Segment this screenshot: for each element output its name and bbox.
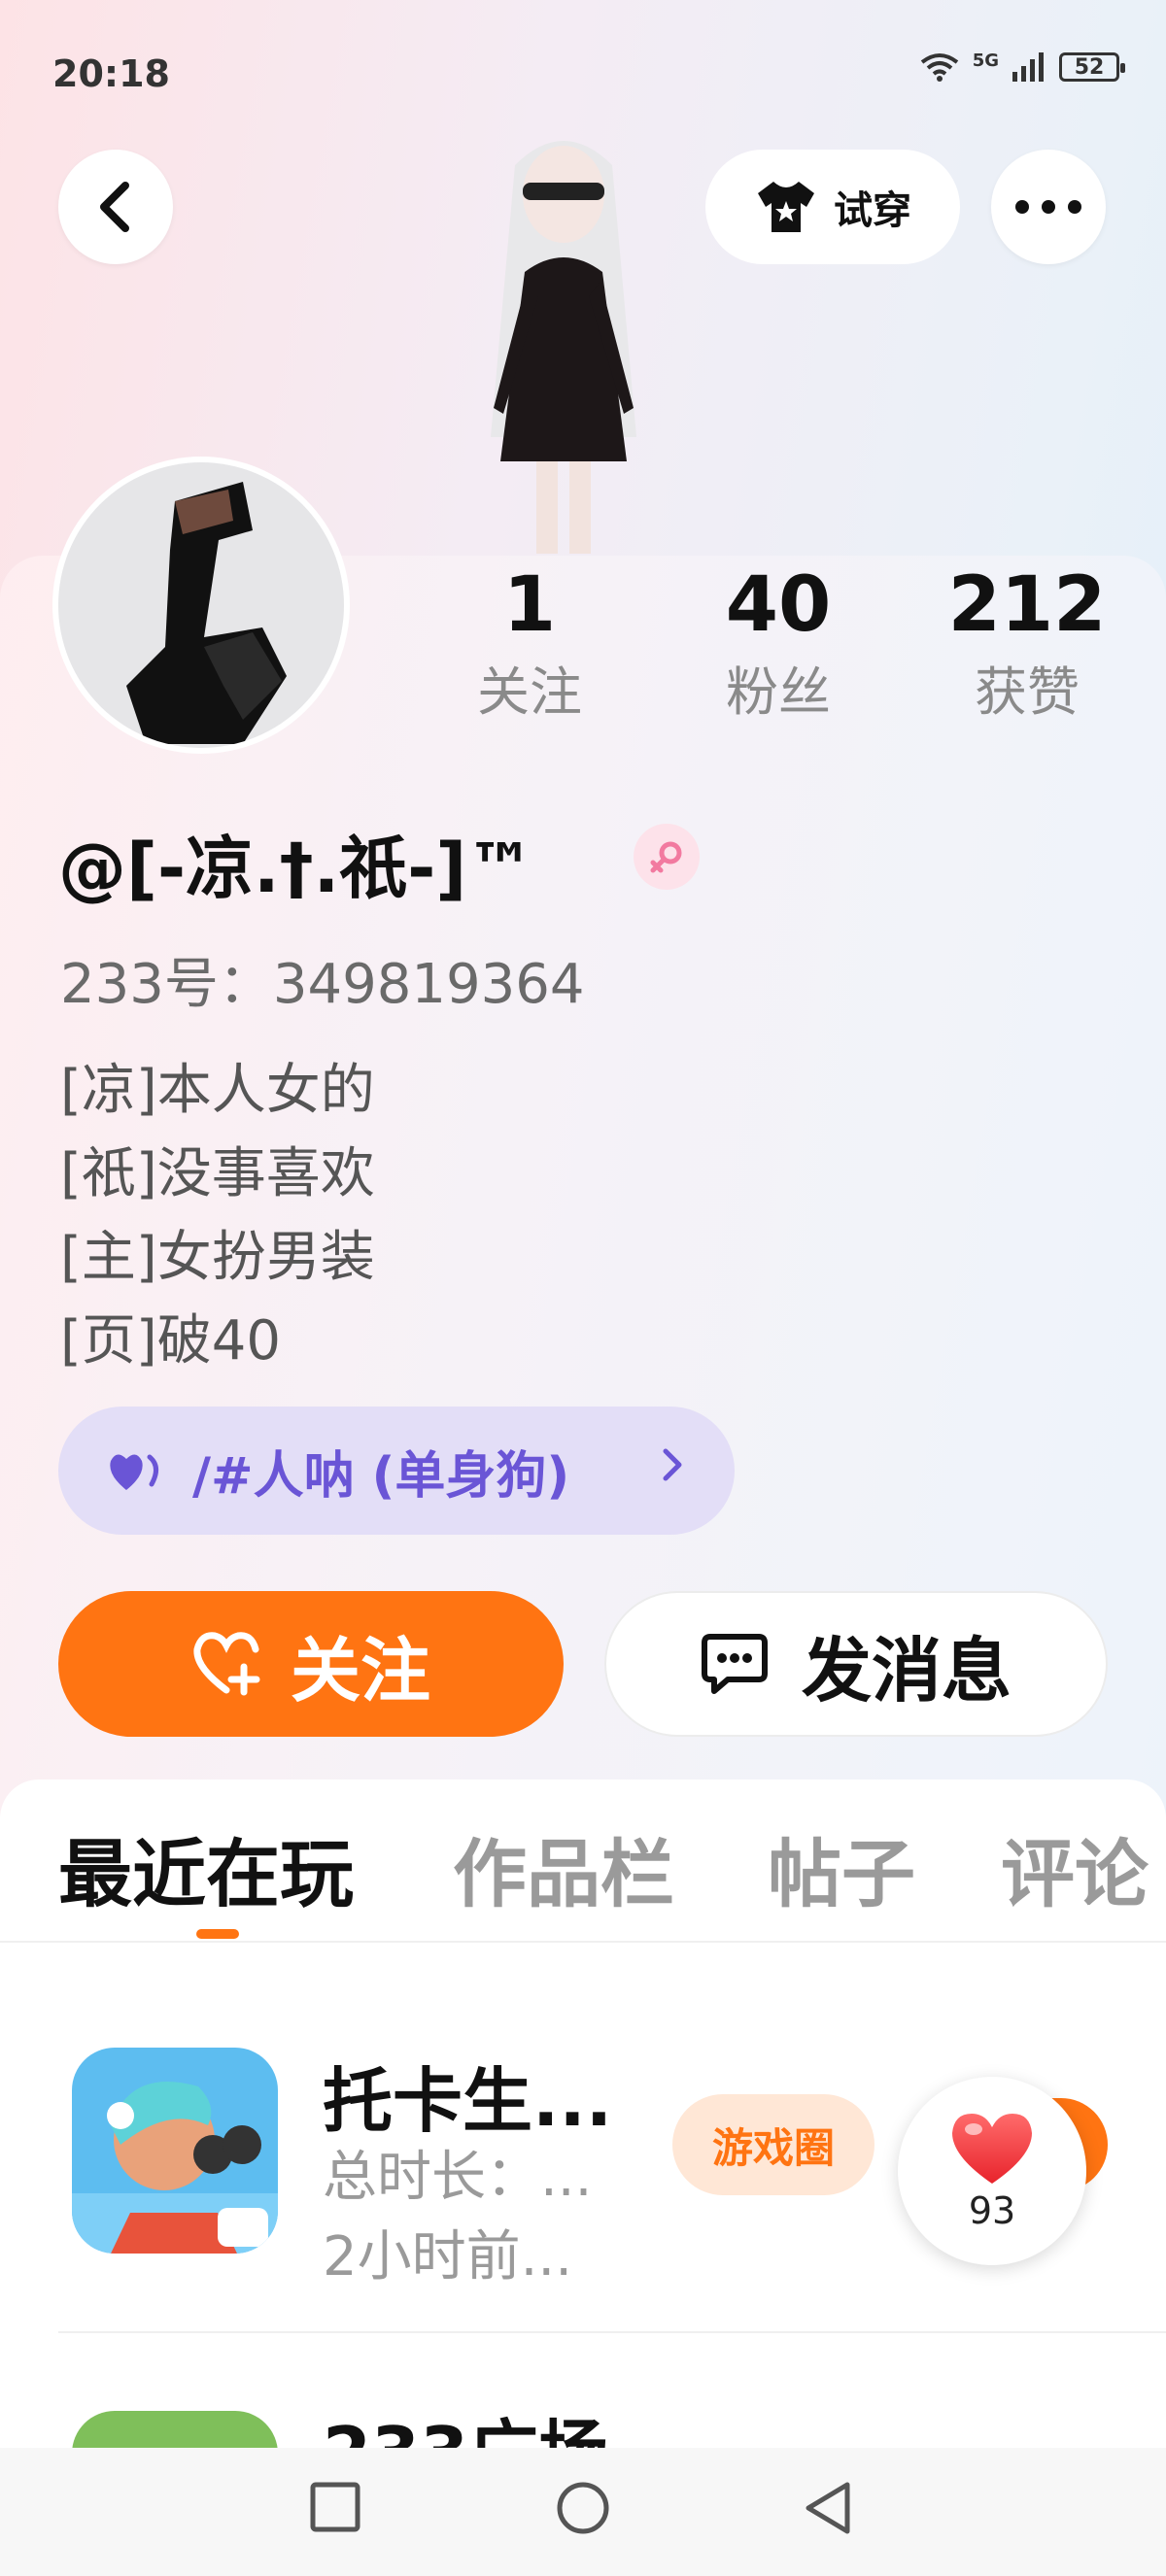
game-circle-button[interactable]: 游戏圈 (672, 2094, 874, 2195)
wifi-icon (920, 53, 958, 82)
chevron-left-icon (100, 182, 129, 232)
message-button[interactable]: 发消息 (604, 1591, 1108, 1737)
female-gender-icon (634, 824, 700, 890)
status-icons: 5G 52 (920, 50, 1125, 82)
tab-recently-played[interactable]: 最近在玩 (58, 1814, 354, 1921)
home-icon[interactable] (556, 2481, 610, 2535)
following-count: 1 (502, 561, 557, 649)
message-label: 发消息 (801, 1629, 1012, 1712)
try-on-label: 试穿 (834, 188, 911, 233)
bio-line: [主]女扮男装 (60, 1226, 375, 1289)
followers-label: 粉丝 (726, 661, 831, 723)
heart-icon (952, 2114, 1032, 2184)
game-playtime: 总时长：... (323, 2146, 593, 2209)
system-nav-bar (0, 2448, 1166, 2576)
follow-label: 关注 (290, 1629, 430, 1712)
signal-icon (1012, 52, 1044, 82)
stat-likes[interactable]: 212 获赞 (935, 561, 1119, 729)
row-divider (58, 2331, 1166, 2333)
username: @[-凉.†.祇-]™ (58, 829, 535, 908)
like-bubble[interactable]: 93 (898, 2077, 1086, 2265)
heart-plus-icon (193, 1632, 260, 1696)
bio-line: [祇]没事喜欢 (60, 1142, 375, 1205)
game-icon[interactable] (72, 2048, 278, 2254)
try-on-button[interactable]: 试穿 (705, 150, 960, 264)
network-label: 5G (972, 50, 999, 71)
more-options-button[interactable] (991, 150, 1106, 264)
followers-count: 40 (725, 561, 832, 649)
follow-button[interactable]: 关注 (58, 1591, 564, 1737)
female-symbol-icon (650, 841, 682, 873)
profile-page: 20:18 5G 52 试穿 1 关注 40 粉丝 212 获赞 @[-凉.†.… (0, 0, 1166, 2576)
user-id: 233号：349819364 (60, 953, 585, 1016)
likes-count: 212 (947, 561, 1107, 649)
tab-works[interactable]: 作品栏 (453, 1814, 674, 1921)
avatar-figure (491, 141, 636, 554)
avatar-image (58, 462, 344, 748)
bio-line: [凉]本人女的 (60, 1059, 375, 1122)
likes-label: 获赞 (975, 661, 1080, 723)
chevron-right-icon (663, 1448, 682, 1481)
following-label: 关注 (477, 661, 582, 723)
back-nav-icon[interactable] (803, 2481, 855, 2535)
battery-level: 52 (1074, 54, 1105, 80)
profile-tabs: 最近在玩 作品栏 帖子 评论 (0, 1814, 1166, 1941)
tabs-divider (0, 1941, 1166, 1943)
battery-icon: 52 (1059, 52, 1125, 82)
tab-comments[interactable]: 评论 (1001, 1814, 1149, 1921)
relationship-tag[interactable]: /#人呐 (单身狗) (58, 1407, 735, 1535)
back-button[interactable] (58, 150, 173, 264)
hearts-icon (110, 1454, 158, 1490)
status-time: 20:18 (52, 52, 170, 95)
stat-followers[interactable]: 40 粉丝 (686, 561, 871, 729)
recent-apps-icon[interactable] (309, 2481, 361, 2533)
status-bar: 20:18 5G 52 (0, 0, 1166, 146)
tag-label: /#人呐 (单身狗) (192, 1446, 570, 1506)
profile-avatar[interactable] (58, 462, 344, 748)
bio-line: [页]破40 (60, 1309, 281, 1373)
game-title: 托卡生... (323, 2060, 613, 2142)
like-count: 93 (968, 2189, 1016, 2232)
active-tab-indicator (196, 1929, 239, 1939)
shirt-icon (758, 182, 814, 232)
game-last-played: 2小时前... (323, 2225, 573, 2288)
toca-life-icon (72, 2048, 278, 2254)
more-dots-icon (1015, 200, 1081, 214)
tab-posts[interactable]: 帖子 (768, 1814, 915, 1921)
game-list-item[interactable]: 233广场 (0, 2397, 1166, 2493)
chat-bubble-icon (701, 1634, 768, 1694)
bio: [凉]本人女的 [祇]没事喜欢 [主]女扮男装 [页]破40 (60, 1049, 375, 1383)
stat-following[interactable]: 1 关注 (437, 561, 622, 729)
